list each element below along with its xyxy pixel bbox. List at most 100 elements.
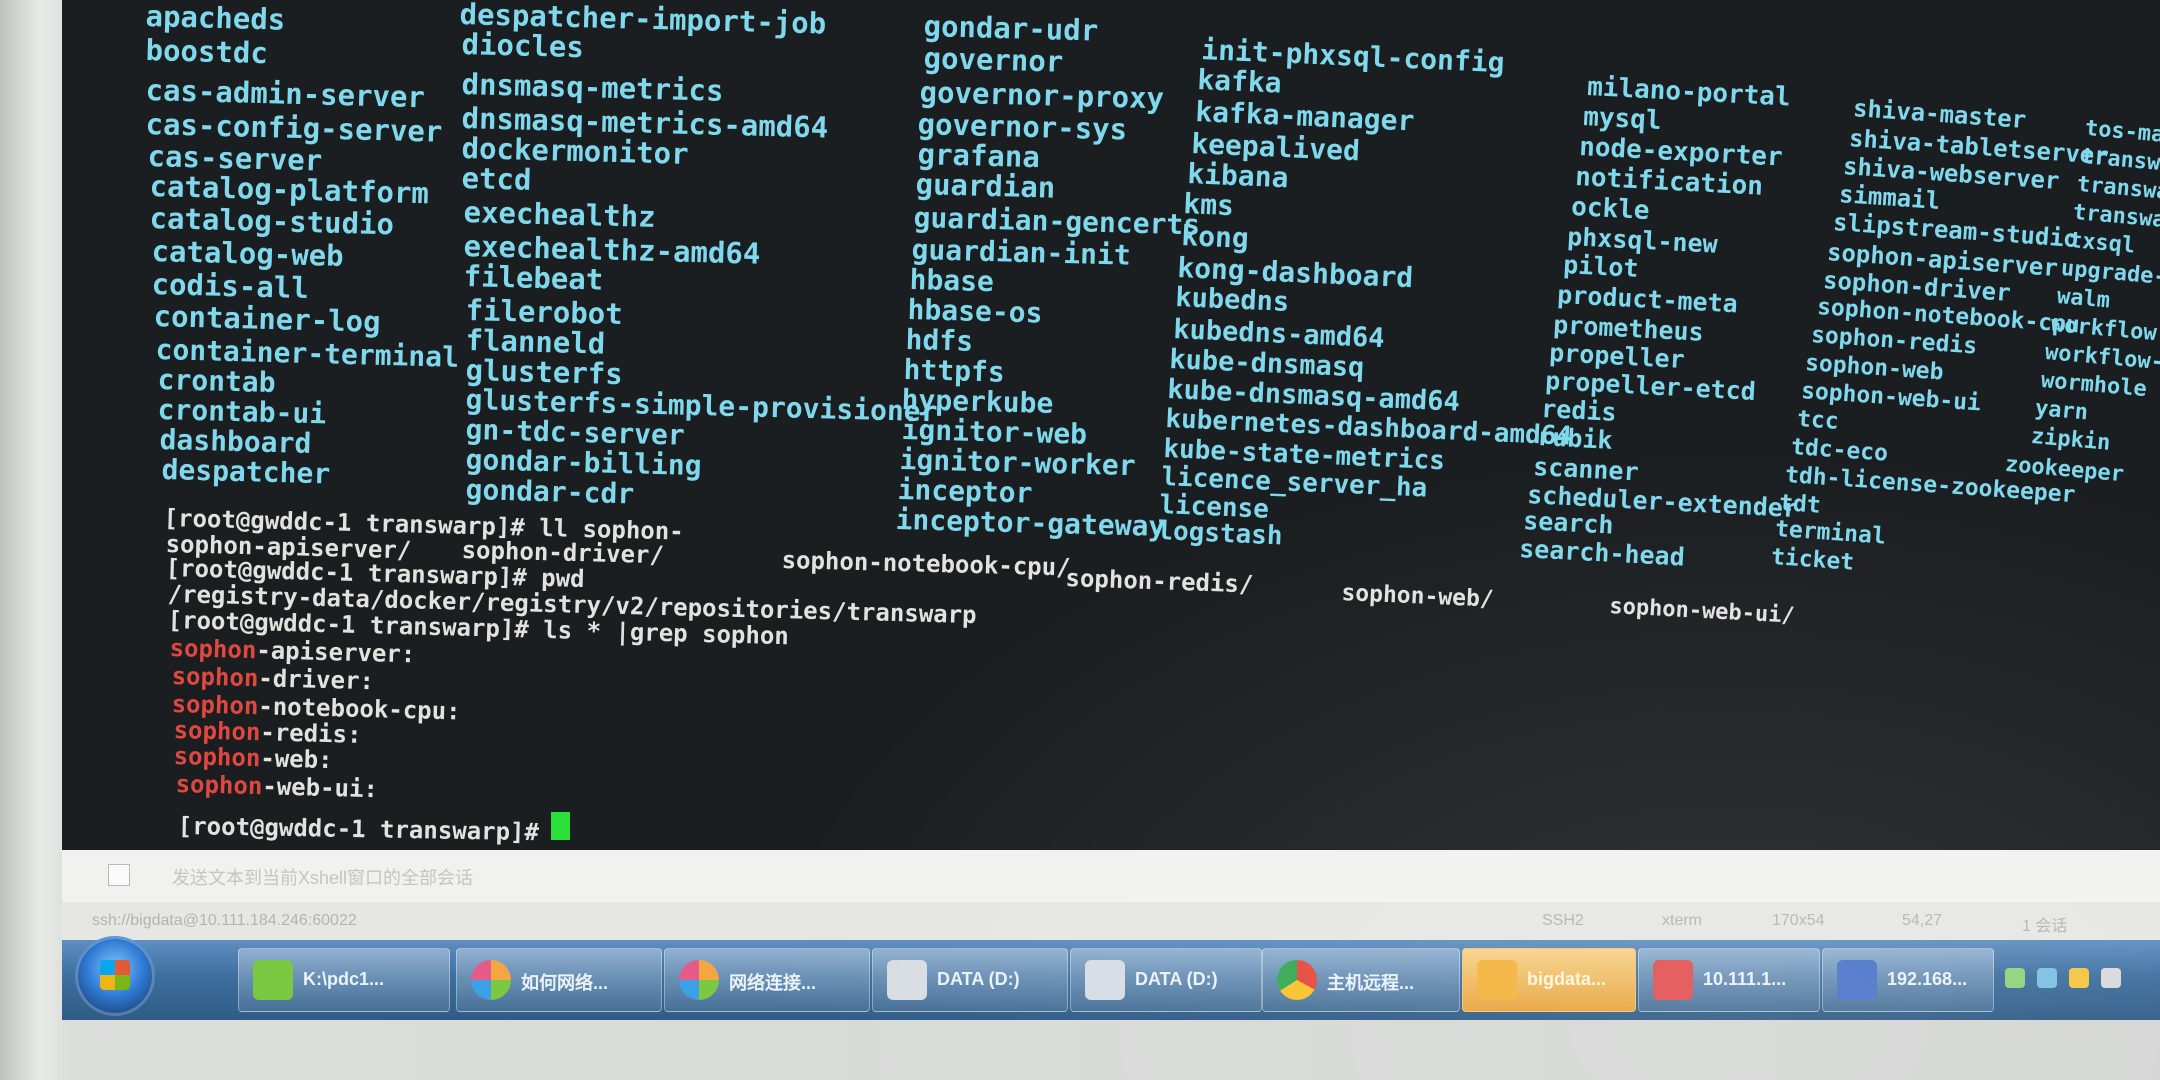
xshell-icon (1477, 960, 1517, 1000)
grep-driver: sophon-driver: (171, 662, 374, 695)
taskbar-item-label: 如何网络... (521, 973, 609, 993)
session-address: ssh://bigdata@10.111.184.246:60022 (92, 912, 357, 929)
shell-line-ll-web-ui: sophon-web-ui/ (1608, 594, 1796, 629)
volume-icon[interactable] (2037, 968, 2057, 988)
dir-entry-tcc: tcc (1796, 406, 1840, 435)
drive-icon (1085, 960, 1125, 1000)
drive-icon (887, 960, 927, 1000)
taskbar-item-label: 网络连接... (729, 973, 817, 993)
dir-entry-tdc-eco: tdc-eco (1790, 434, 1889, 467)
dir-entry-container-log: container-log (153, 299, 381, 339)
taskbar-item-label: 10.111.1... (1703, 969, 1787, 989)
dir-entry-rubik: rubik (1536, 422, 1614, 455)
grep-match-rest: -web: (259, 744, 333, 775)
monitor-screen: apacheds boostdc cas-admin-server cas-confi… (62, 0, 2160, 1020)
grep-match-rest: -apiserver: (255, 636, 416, 669)
dir-entry-hbase: hbase (909, 263, 995, 299)
remote-desktop-icon (1837, 960, 1877, 1000)
compose-bar[interactable]: 发送文本到当前Xshell窗口的全部会话 (62, 850, 2160, 902)
taskbar-item-4[interactable]: DATA (D:) (1070, 948, 1262, 1012)
dir-entry-tdt: tdt (1778, 490, 1822, 519)
dir-entry-guardian: guardian (915, 167, 1056, 205)
dir-entry-despatcher: despatcher (161, 453, 331, 491)
status-bar: ssh://bigdata@10.111.184.246:60022 SSH2 … (62, 902, 2160, 940)
dir-entry-workflow: workflow (2049, 312, 2158, 347)
dir-entry-inceptor-gateway: inceptor-gateway (895, 503, 1166, 544)
dir-entry-terminal: terminal (1774, 516, 1887, 550)
dir-entry-ticket: ticket (1770, 544, 1856, 576)
dir-entry-cas-admin-server: cas-admin-server (145, 73, 426, 115)
chrome-icon (1277, 960, 1317, 1000)
compose-hint: 发送文本到当前Xshell窗口的全部会话 (172, 868, 474, 888)
dir-entry-transwa-1: transwa (2079, 144, 2160, 177)
dir-entry-logstash: logstash (1156, 516, 1284, 552)
system-tray (1985, 948, 2160, 1010)
dir-entry-etcd: etcd (461, 161, 532, 197)
shell-line-prompt-final: [root@gwddc-1 transwarp]# (177, 812, 540, 847)
grep-match-highlight: sophon (175, 770, 263, 801)
grep-web: sophon-web: (173, 742, 333, 775)
dir-entry-dnsmasq-metrics: dnsmasq-metrics (461, 67, 724, 108)
dir-entry-txsql: txsql (2067, 228, 2137, 259)
taskbar-item-0[interactable]: K:\pdc1... (238, 948, 450, 1012)
taskbar-item-3[interactable]: DATA (D:) (872, 948, 1068, 1012)
dir-entry-hdfs: hdfs (905, 323, 974, 358)
dir-entry-simmail: simmail (1838, 180, 1942, 215)
dir-entry-crontab: crontab (157, 363, 277, 400)
dir-entry-boostdc: boostdc (145, 33, 269, 71)
dir-entry-transwa-3: transwa (2071, 200, 2160, 233)
dir-entry-transwa-2: transwa (2075, 172, 2160, 205)
browser-icon (471, 960, 511, 1000)
terminal-cursor (551, 812, 570, 840)
dir-entry-kafka: kafka (1196, 63, 1283, 100)
dir-entry-pilot: pilot (1562, 250, 1640, 283)
power-icon[interactable] (2101, 968, 2121, 988)
taskbar-item-label: DATA (D:) (937, 969, 1020, 989)
taskbar-item-label: DATA (D:) (1135, 969, 1218, 989)
dir-entry-ockle: ockle (1570, 192, 1651, 227)
shell-line-ll-web: sophon-web/ (1340, 580, 1495, 613)
taskbar-item-label: K:\pdc1... (303, 969, 385, 989)
shell-line-ll-redis: sophon-redis/ (1065, 564, 1254, 599)
sessions-label: 1 会话 (2022, 918, 2068, 935)
browser-icon (679, 960, 719, 1000)
taskbar-item-7[interactable]: 10.111.1... (1638, 948, 1820, 1012)
grep-match-highlight: sophon (171, 662, 259, 693)
dir-entry-httpfs: httpfs (903, 353, 1006, 389)
dir-entry-search-head: search-head (1518, 534, 1686, 572)
send-all-checkbox[interactable] (108, 864, 130, 886)
network-icon[interactable] (2005, 968, 2025, 988)
taskbar-item-label: bigdata... (1527, 969, 1607, 989)
size-label: 170x54 (1772, 912, 1825, 929)
windows-logo-icon (100, 960, 130, 990)
dir-entry-codis-all: codis-all (151, 267, 310, 306)
grep-match-highlight: sophon (169, 634, 257, 665)
protocol-label: SSH2 (1542, 912, 1584, 929)
security-icon[interactable] (2069, 968, 2089, 988)
dir-entry-gondar-udr: gondar-udr (923, 9, 1099, 48)
grep-match-highlight: sophon (173, 742, 261, 773)
dir-entry-catalog-web: catalog-web (151, 234, 345, 274)
dir-entry-governor: governor (923, 41, 1064, 79)
dir-entry-filebeat: filebeat (463, 259, 604, 297)
taskbar-item-6[interactable]: bigdata... (1462, 948, 1636, 1012)
dir-entry-scanner: scanner (1532, 452, 1640, 487)
dir-entry-kong: kong (1180, 219, 1250, 255)
dir-entry-kubedns: kubedns (1174, 282, 1290, 318)
dir-entry-diocles: diocles (461, 27, 585, 65)
taskbar-item-label: 主机远程... (1327, 973, 1415, 993)
dir-entry-search: search (1522, 506, 1615, 540)
grep-match-rest: -web-ui: (261, 772, 379, 804)
terminal-window[interactable]: apacheds boostdc cas-admin-server cas-confi… (62, 0, 2160, 860)
taskbar-item-8[interactable]: 192.168... (1822, 948, 1994, 1012)
taskbar-item-1[interactable]: 如何网络... (456, 948, 662, 1012)
dir-entry-gondar-cdr: gondar-cdr (465, 473, 635, 511)
taskbar-item-label: 192.168... (1887, 969, 1968, 989)
notepad-icon (253, 960, 293, 1000)
dir-entry-apacheds: apacheds (145, 0, 286, 37)
terminal-type-label: xterm (1662, 912, 1702, 929)
taskbar-item-5[interactable]: 主机远程... (1262, 948, 1460, 1012)
dir-entry-redis: redis (1540, 394, 1618, 427)
taskbar-item-2[interactable]: 网络连接... (664, 948, 870, 1012)
xshell-icon (1653, 960, 1693, 1000)
